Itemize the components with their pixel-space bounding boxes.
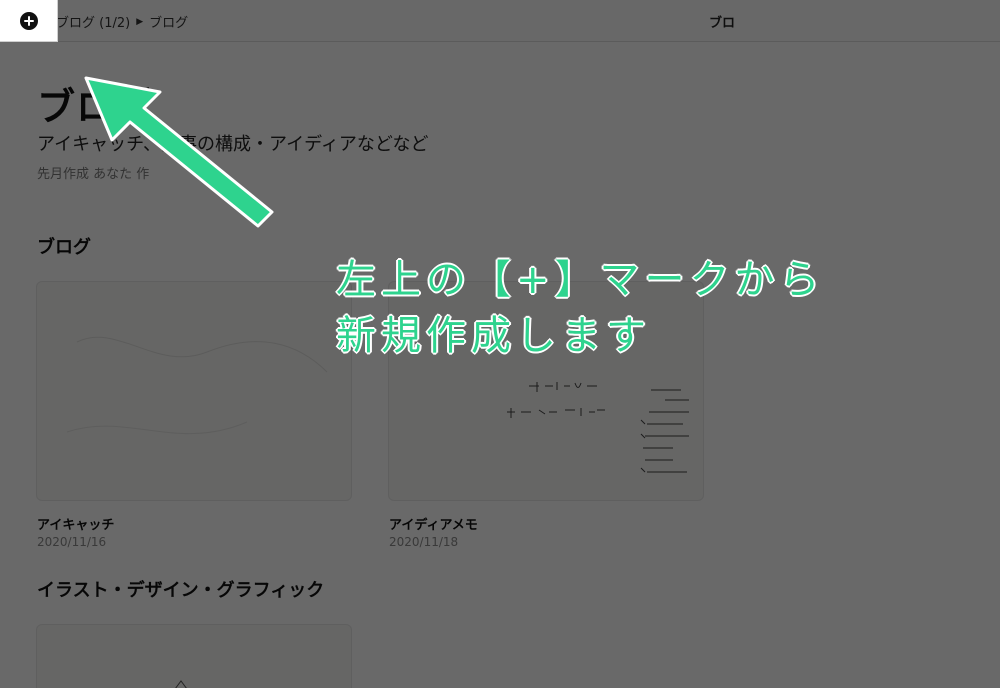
annotation-text: 左上の【+】マークから 新規作成します <box>336 252 956 364</box>
annotation-line: 新規作成します <box>336 313 651 359</box>
annotation-line: 左上の【+】マークから <box>336 257 825 303</box>
